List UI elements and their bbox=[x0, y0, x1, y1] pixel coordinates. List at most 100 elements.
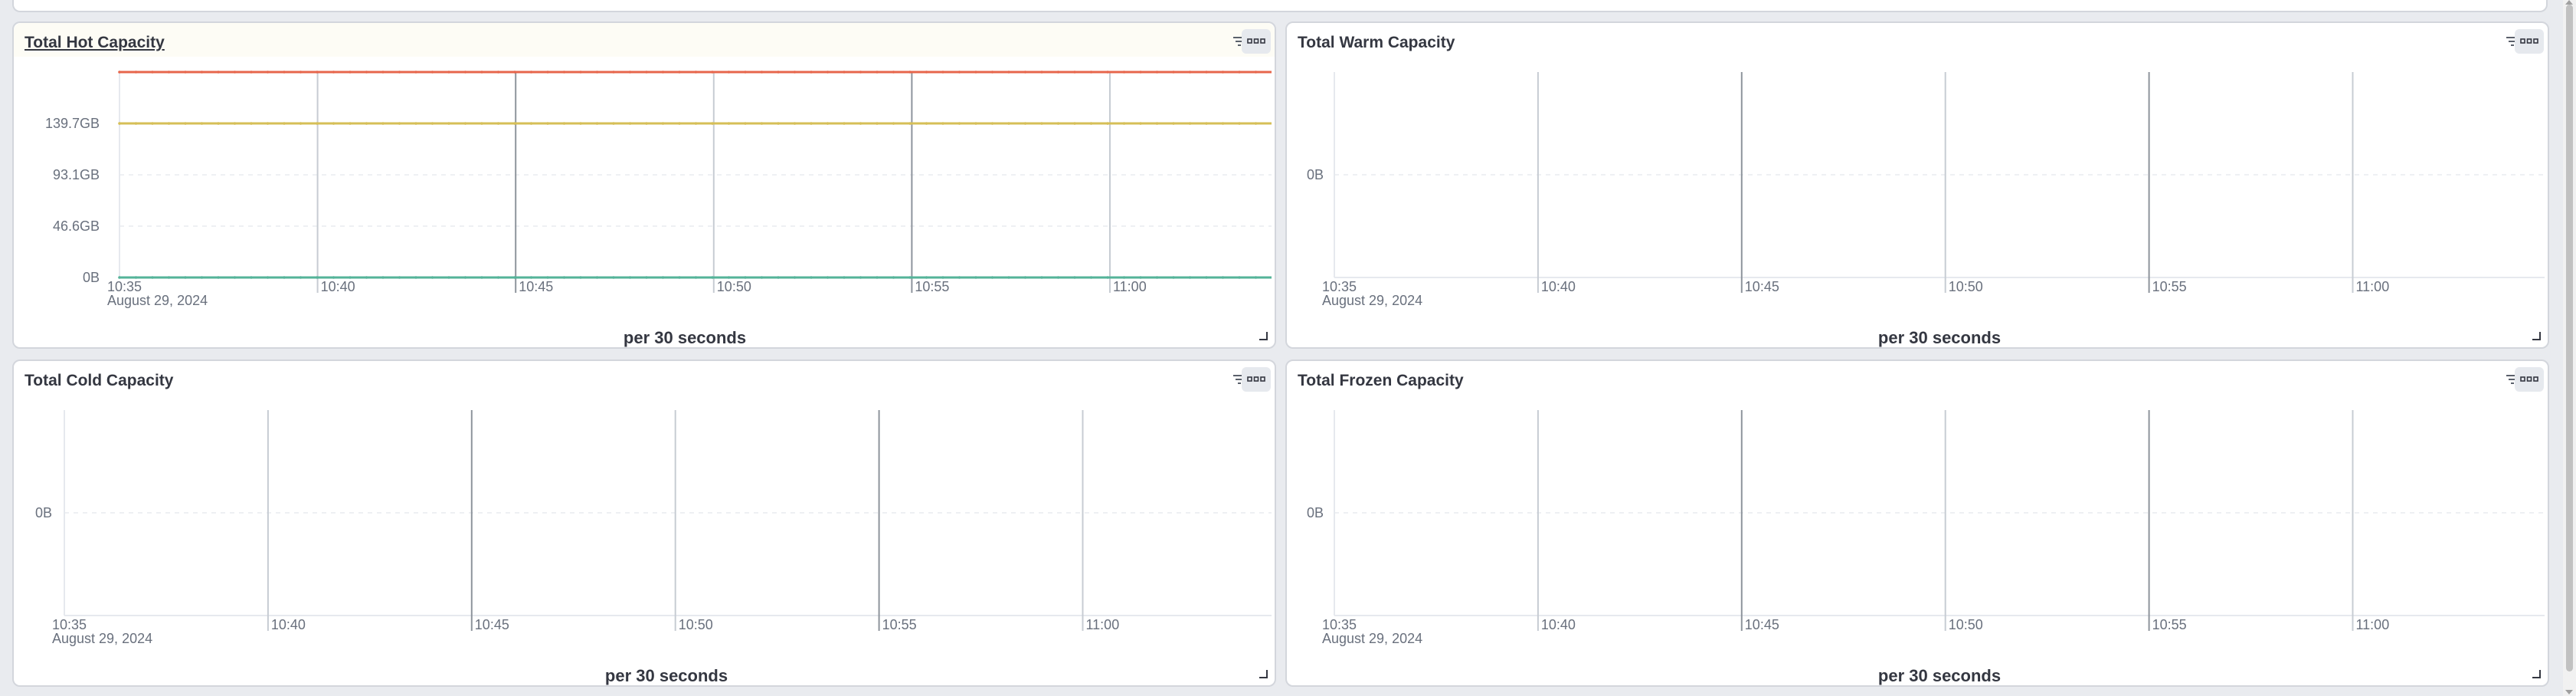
series-point bbox=[612, 276, 615, 279]
series-point bbox=[398, 276, 401, 279]
series-point bbox=[266, 276, 270, 279]
series-point bbox=[496, 71, 500, 74]
series-point bbox=[974, 122, 977, 125]
series-point bbox=[233, 276, 237, 279]
x-tick-label: 10:40 bbox=[1541, 279, 1576, 294]
series-point bbox=[546, 276, 549, 279]
series-point bbox=[332, 276, 336, 279]
series-point bbox=[233, 122, 237, 125]
x-date-label: August 29, 2024 bbox=[1322, 631, 1422, 646]
series-point bbox=[1238, 276, 1241, 279]
series-point bbox=[1172, 276, 1175, 279]
x-tick-label: 11:00 bbox=[1086, 617, 1120, 632]
y-tick-label: 139.7GB bbox=[45, 116, 100, 131]
chart-total-frozen-capacity: 0B10:3510:4010:4510:5010:5511:0011:05Aug… bbox=[1307, 410, 2545, 685]
page-scrollbar[interactable] bbox=[2563, 0, 2576, 696]
series-point bbox=[957, 276, 961, 279]
series-point bbox=[1089, 71, 1093, 74]
series-point bbox=[711, 71, 714, 74]
x-tick-label: 10:40 bbox=[1541, 617, 1576, 632]
series-point bbox=[777, 276, 780, 279]
series-point bbox=[250, 276, 253, 279]
series-point bbox=[727, 122, 731, 125]
x-tick-label: 10:35 bbox=[107, 279, 142, 294]
series-point bbox=[1172, 122, 1175, 125]
series-point bbox=[1106, 71, 1109, 74]
series-point bbox=[793, 276, 797, 279]
series-point bbox=[760, 122, 764, 125]
series-point bbox=[513, 71, 516, 74]
series-point bbox=[496, 276, 500, 279]
resize-icon[interactable] bbox=[2531, 668, 2542, 679]
series-point bbox=[217, 71, 220, 74]
x-tick-label: 10:35 bbox=[1322, 279, 1357, 294]
x-tick-label: 10:45 bbox=[519, 279, 553, 294]
series-point bbox=[579, 122, 582, 125]
resize-icon[interactable] bbox=[1258, 668, 1268, 679]
x-axis-title: per 30 seconds bbox=[1878, 328, 2001, 347]
series-point bbox=[562, 276, 566, 279]
series-point bbox=[661, 122, 665, 125]
series-point bbox=[678, 122, 681, 125]
resize-icon[interactable] bbox=[2531, 330, 2542, 341]
series-point bbox=[990, 276, 994, 279]
series-point bbox=[349, 122, 352, 125]
x-tick-label: 10:45 bbox=[1745, 279, 1779, 294]
series-point bbox=[529, 122, 533, 125]
series-point bbox=[463, 276, 467, 279]
series-point bbox=[744, 71, 747, 74]
series-point bbox=[414, 71, 417, 74]
series-point bbox=[1139, 71, 1142, 74]
series-point bbox=[365, 276, 368, 279]
scroll-thumb[interactable] bbox=[2566, 5, 2573, 671]
series-point bbox=[1221, 276, 1225, 279]
series-point bbox=[908, 122, 912, 125]
series-point bbox=[414, 276, 417, 279]
series-point bbox=[908, 71, 912, 74]
series-point bbox=[447, 122, 450, 125]
series-point bbox=[1172, 71, 1175, 74]
series-point bbox=[1254, 71, 1258, 74]
y-tick-label: 0B bbox=[1307, 167, 1324, 182]
series-point bbox=[892, 71, 895, 74]
series-point bbox=[118, 122, 121, 125]
series-point bbox=[694, 276, 698, 279]
scroll-down-icon[interactable] bbox=[2565, 690, 2573, 694]
series-point bbox=[562, 122, 566, 125]
series-point bbox=[546, 71, 549, 74]
series-point bbox=[810, 122, 813, 125]
series-point bbox=[299, 122, 303, 125]
resize-icon[interactable] bbox=[1258, 330, 1268, 341]
chart-total-hot-capacity: 0B 46.6GB 93.1GB 139.7GB 10:35 10:40 10:45 10:5… bbox=[45, 71, 1272, 347]
series-point bbox=[200, 122, 204, 125]
series-point bbox=[678, 71, 681, 74]
series-point bbox=[760, 276, 764, 279]
series-point bbox=[513, 276, 516, 279]
series-point bbox=[316, 71, 319, 74]
series-point bbox=[184, 71, 187, 74]
series-point bbox=[414, 122, 417, 125]
series-point bbox=[859, 122, 862, 125]
series-point bbox=[645, 276, 648, 279]
series-point bbox=[1205, 276, 1208, 279]
series-point bbox=[480, 71, 483, 74]
series-point bbox=[118, 71, 121, 74]
series-point bbox=[1155, 276, 1159, 279]
series-point bbox=[447, 71, 450, 74]
series-point bbox=[957, 71, 961, 74]
chart-total-warm-capacity: 0B10:3510:4010:4510:5010:5511:0011:05Aug… bbox=[1307, 72, 2545, 347]
series-point bbox=[200, 276, 204, 279]
series-point bbox=[430, 276, 434, 279]
series-point bbox=[1056, 276, 1060, 279]
series-point bbox=[777, 122, 780, 125]
series-point bbox=[1122, 71, 1126, 74]
x-tick-label: 10:55 bbox=[882, 617, 917, 632]
series-point bbox=[184, 276, 187, 279]
series-point bbox=[118, 276, 121, 279]
series-point bbox=[925, 122, 928, 125]
x-tick-label: 11:00 bbox=[1113, 279, 1147, 294]
series-point bbox=[1122, 122, 1126, 125]
series-point bbox=[266, 122, 270, 125]
x-tick-label: 10:40 bbox=[271, 617, 306, 632]
series-point bbox=[463, 71, 467, 74]
